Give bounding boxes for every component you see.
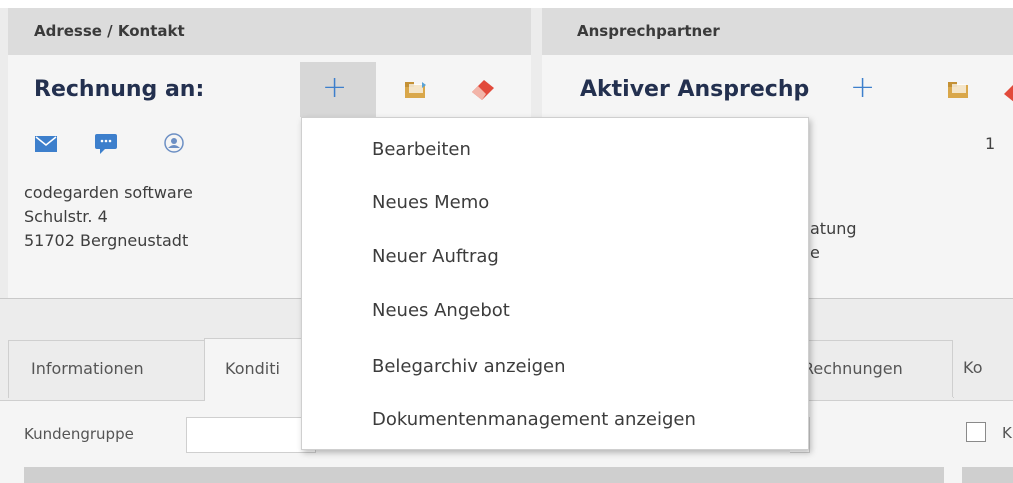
kundengruppe-input[interactable] [186,417,316,453]
address-line: 51702 Bergneustadt [24,231,189,250]
tab-ko-label: Ko [963,358,983,377]
tab-konditionen-label: Konditi [225,359,280,378]
address-line: Schulstr. 4 [24,207,108,226]
active-contact-title: Aktiver Ansprechp [580,77,810,102]
tab-informationen[interactable]: Informationen [8,340,206,398]
mail-icon[interactable] [35,136,57,152]
invoice-to-title: Rechnung an: [34,77,205,102]
menu-item-belegarchiv[interactable]: Belegarchiv anzeigen [372,356,566,377]
contact-person-panel-title: Ansprechpartner [577,22,720,40]
tab-rechnungen-label: Rechnungen [803,359,903,378]
tab-rechnungen[interactable]: Rechnungen [792,340,954,398]
contact-count: 1 [985,134,996,153]
top-strip [0,0,1013,8]
menu-item-neuer-auftrag[interactable]: Neuer Auftrag [372,246,499,267]
context-menu: Bearbeiten Neues Memo Neuer Auftrag Neue… [301,117,809,450]
message-icon[interactable] [95,134,117,154]
address-line: codegarden software [24,183,193,202]
tab-ko[interactable]: Ko [952,340,1013,397]
menu-item-neues-angebot[interactable]: Neues Angebot [372,300,510,321]
tab-informationen-label: Informationen [31,359,144,378]
plus-icon[interactable]: + [322,73,347,103]
contact-plus-icon[interactable]: + [850,73,875,103]
folder-icon[interactable] [404,80,428,100]
address-block: codegarden software Schulstr. 4 51702 Be… [24,181,193,253]
checkbox-label: K [1002,424,1012,442]
contact-folder-icon[interactable] [947,80,971,100]
menu-item-neues-memo[interactable]: Neues Memo [372,192,489,213]
contact-eraser-icon[interactable] [1000,78,1013,102]
menu-item-bearbeiten[interactable]: Bearbeiten [372,139,471,160]
address-panel-title: Adresse / Kontakt [34,22,185,40]
kundengruppe-label: Kundengruppe [24,425,134,443]
address-panel-header: Adresse / Kontakt [8,8,531,55]
contact-icon[interactable] [163,132,185,154]
eraser-icon[interactable] [468,76,498,102]
checkbox[interactable] [966,422,986,442]
menu-item-dokumentenmanagement[interactable]: Dokumentenmanagement anzeigen [372,409,696,430]
contact-partial-text-2: e [810,243,820,262]
contact-person-panel-header: Ansprechpartner [542,8,1013,55]
contact-partial-text: atung [810,219,857,238]
table-header [24,467,944,483]
table-header-right [962,467,1013,483]
